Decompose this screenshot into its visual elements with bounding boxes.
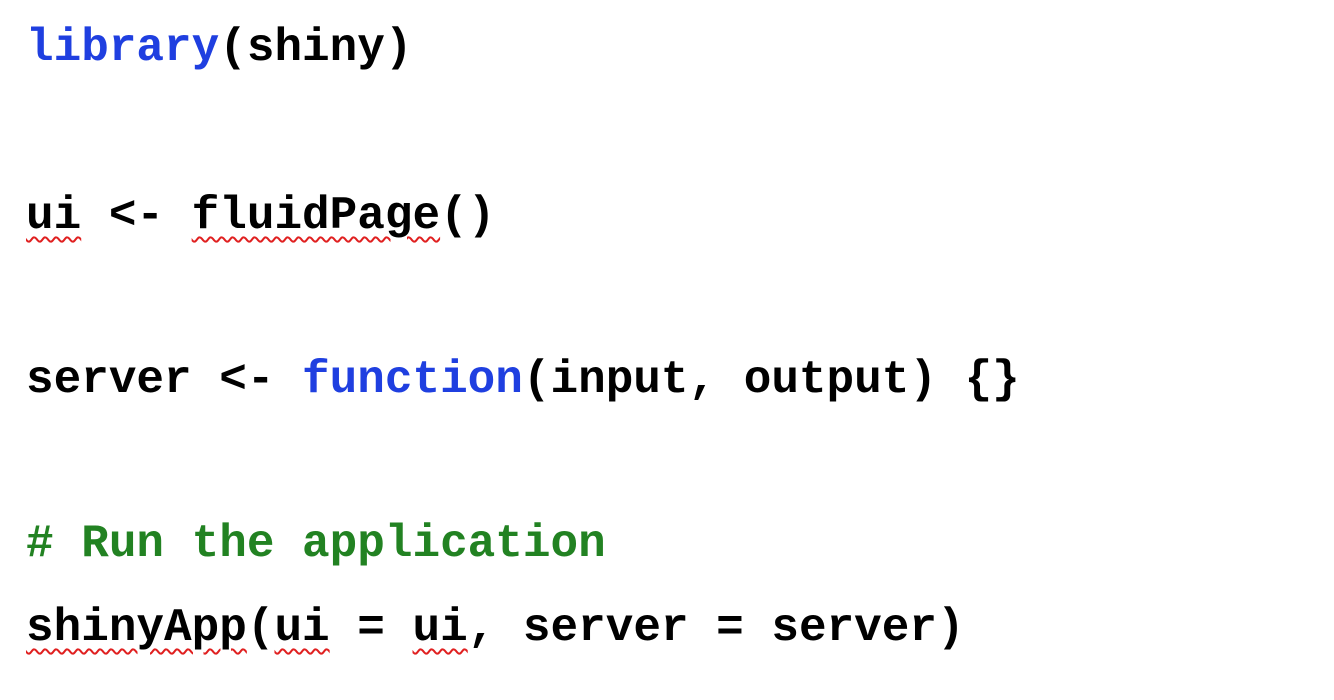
fluidpage-arguments: () [440, 190, 496, 242]
function-signature: (input, output) {} [522, 354, 1020, 406]
function-name-library: library [26, 22, 220, 74]
keyword-function: function [302, 354, 523, 406]
code-document: library(shiny) ui <- fluidPage() server … [26, 0, 1316, 700]
shinyapp-remaining-arguments: , server = server) [467, 602, 965, 654]
function-name-shinyapp: shinyApp [26, 602, 247, 654]
open-paren: ( [246, 602, 275, 654]
code-comment: # Run the application [26, 518, 606, 570]
code-line-shinyapp: shinyApp(ui = ui, server = server) [26, 600, 965, 656]
code-line-server: server <- function(input, output) {} [26, 352, 1020, 408]
library-arguments: (shiny) [219, 22, 413, 74]
function-name-fluidpage: fluidPage [191, 190, 441, 242]
argument-name-ui: ui [274, 602, 330, 654]
code-line-ui: ui <- fluidPage() [26, 188, 495, 244]
equals-sign: = [329, 602, 413, 654]
variable-ui: ui [26, 190, 82, 242]
code-line-library: library(shiny) [26, 20, 412, 76]
argument-value-ui: ui [412, 602, 468, 654]
server-assignment: server <- [26, 354, 303, 406]
assignment-operator: <- [81, 190, 192, 242]
